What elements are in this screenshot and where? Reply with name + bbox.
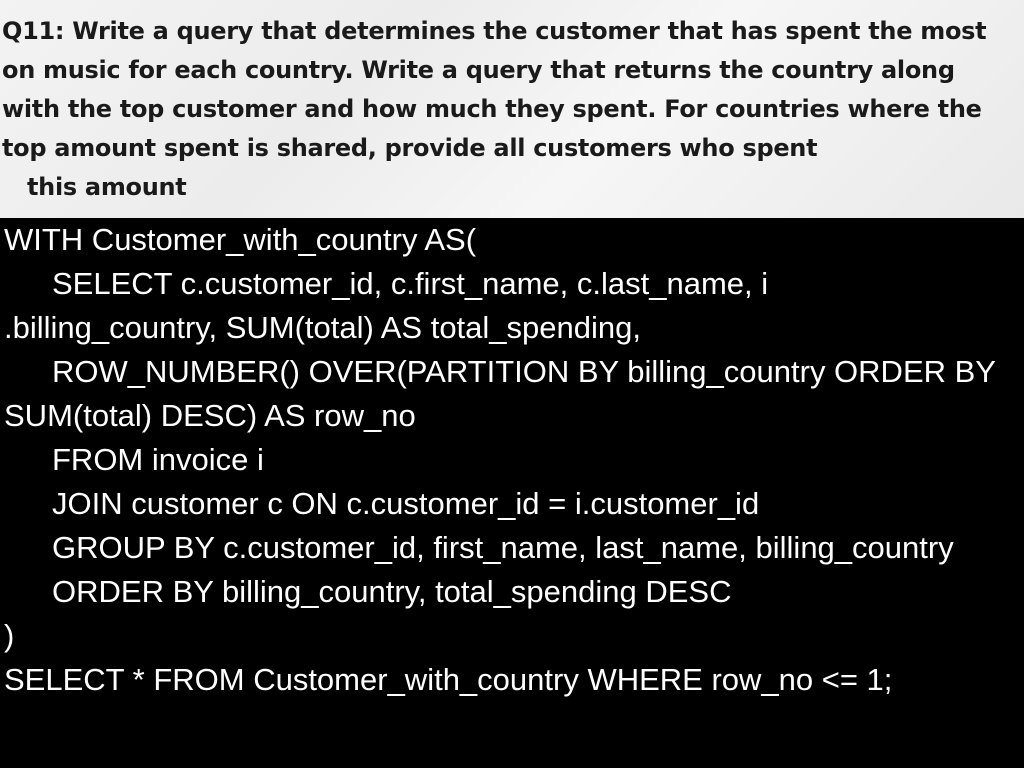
code-line-10: ) xyxy=(4,618,15,653)
code-line-2: SELECT c.customer_id, c.first_name, c.la… xyxy=(52,266,769,301)
question-line-1: Q11: Write a query that determines the c… xyxy=(2,17,987,45)
code-line-7: JOIN customer c ON c.customer_id = i.cus… xyxy=(52,486,760,521)
question-line-3: with the top customer and how much they … xyxy=(2,95,982,123)
code-line-4: ROW_NUMBER() OVER(PARTITION BY billing_c… xyxy=(52,354,996,389)
code-line-11: SELECT * FROM Customer_with_country WHER… xyxy=(4,662,893,697)
question-line-5: this amount xyxy=(27,173,187,201)
code-line-9: ORDER BY billing_country, total_spending… xyxy=(52,574,732,609)
code-line-6: FROM invoice i xyxy=(52,442,264,477)
question-line-4: top amount spent is shared, provide all … xyxy=(2,134,818,162)
question-line-2: on music for each country. Write a query… xyxy=(2,56,955,84)
code-line-5: SUM(total) DESC) AS row_no xyxy=(4,398,416,433)
code-line-8: GROUP BY c.customer_id, first_name, last… xyxy=(52,530,954,565)
code-line-3: .billing_country, SUM(total) AS total_sp… xyxy=(4,310,641,345)
slide: Q11: Write a query that determines the c… xyxy=(0,0,1024,768)
code-panel: WITH Customer_with_country AS( SELECT c.… xyxy=(0,218,1024,768)
code-line-1: WITH Customer_with_country AS( xyxy=(4,222,477,257)
question-panel: Q11: Write a query that determines the c… xyxy=(0,0,1024,218)
